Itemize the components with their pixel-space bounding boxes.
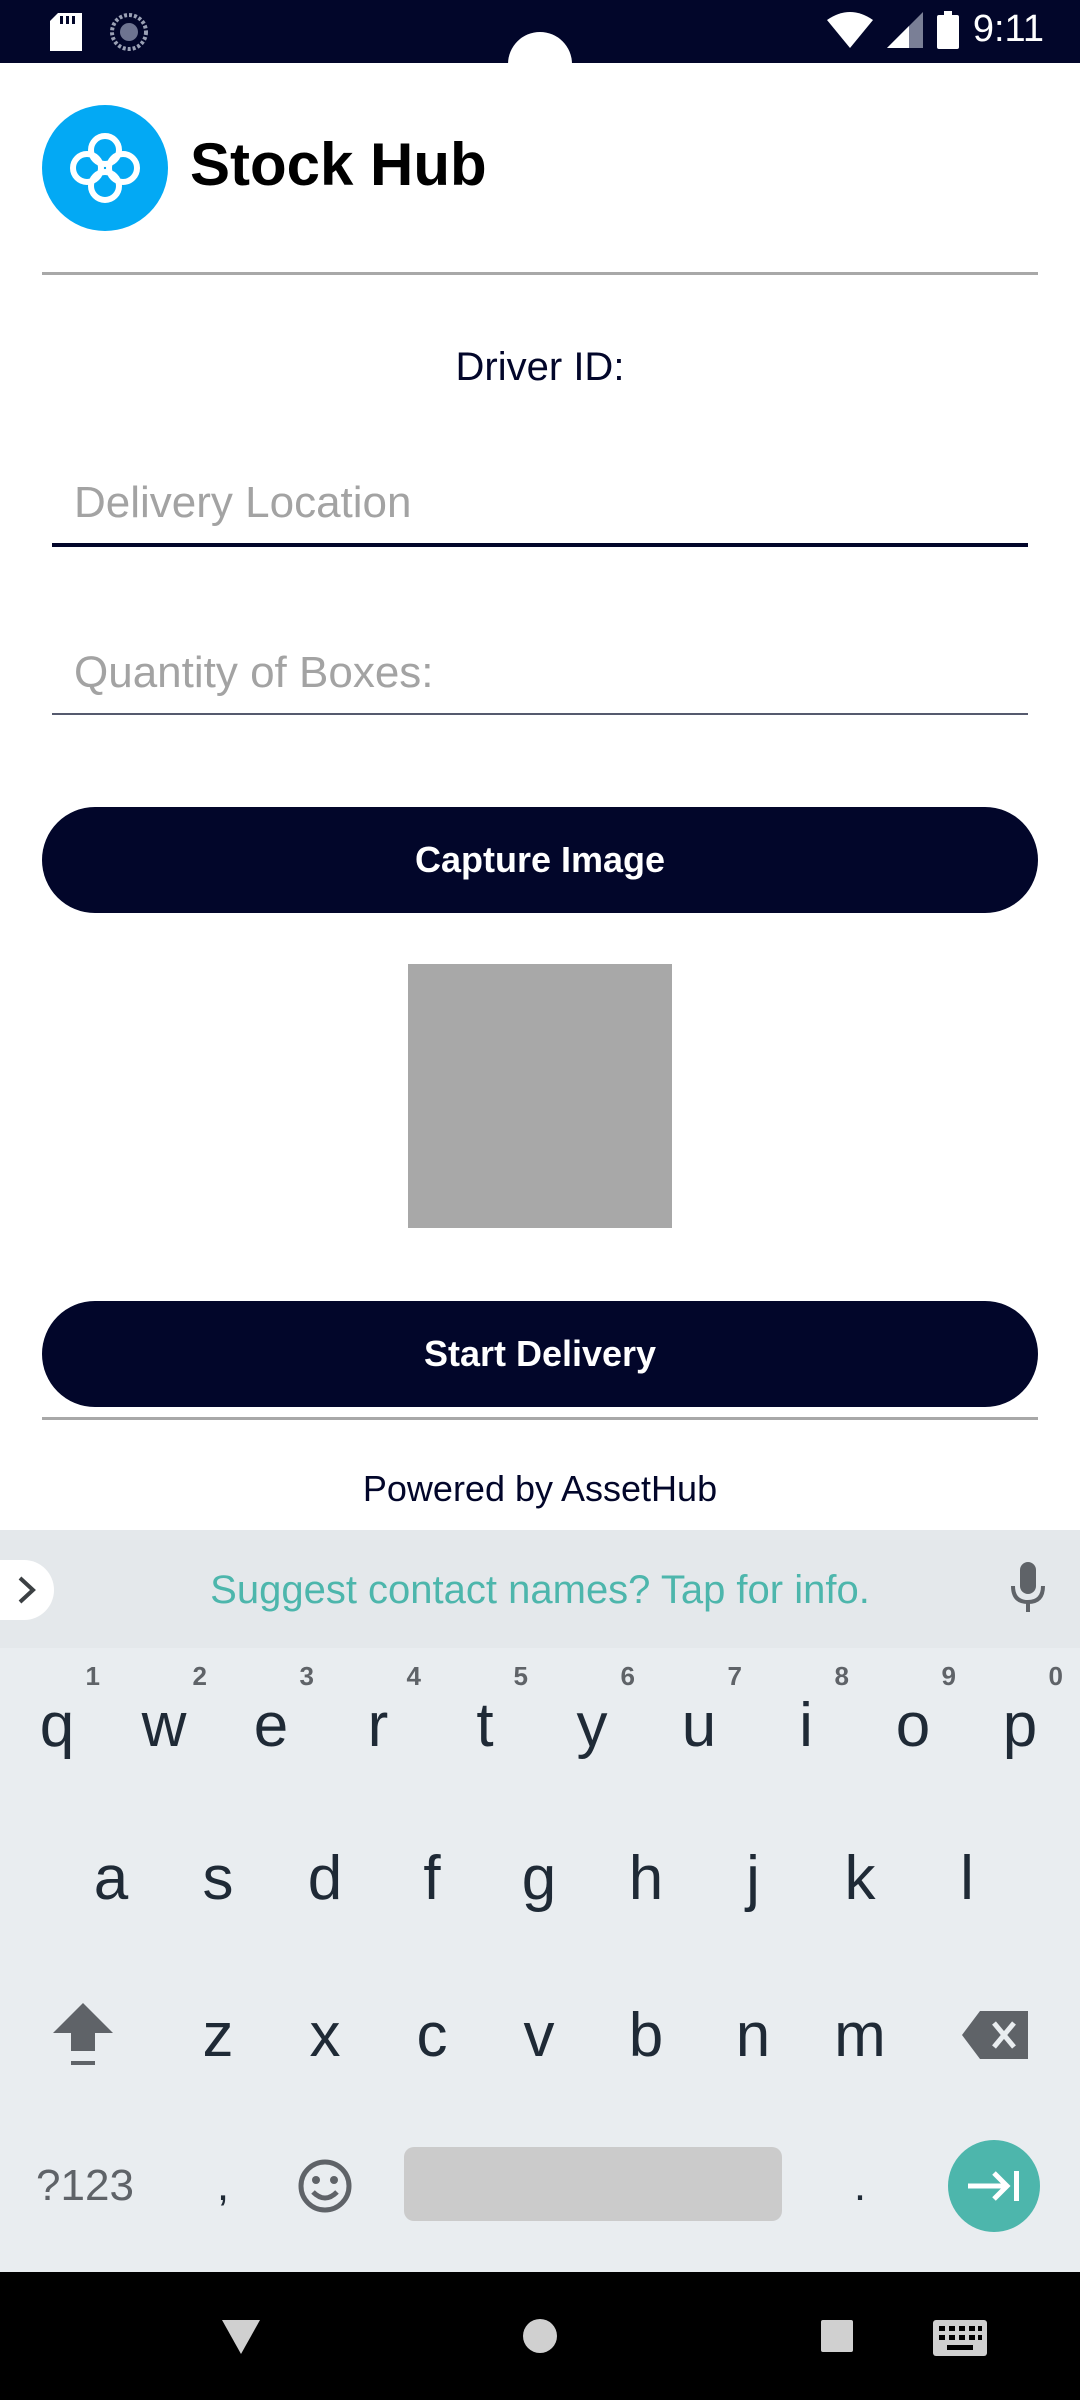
quantity-field[interactable] <box>52 633 1028 715</box>
key-u[interactable]: u7 <box>654 1661 744 1775</box>
key-j[interactable]: j <box>708 1828 798 1928</box>
shift-key[interactable] <box>38 1985 128 2085</box>
image-preview <box>408 964 672 1228</box>
suggestion-strip: Suggest contact names? Tap for info. <box>0 1530 1080 1648</box>
start-delivery-button[interactable]: Start Delivery <box>42 1301 1038 1407</box>
battery-icon <box>936 10 959 49</box>
key-h[interactable]: h <box>601 1828 691 1928</box>
comma-key[interactable]: , <box>178 2136 268 2236</box>
recents-square-icon[interactable] <box>821 2320 853 2352</box>
key-e[interactable]: e3 <box>226 1661 316 1775</box>
footer-divider <box>42 1417 1038 1420</box>
status-time: 9:11 <box>972 8 1044 50</box>
key-c[interactable]: c <box>387 1985 477 2085</box>
key-x[interactable]: x <box>280 1985 370 2085</box>
period-key[interactable]: . <box>815 2136 905 2236</box>
key-k[interactable]: k <box>815 1828 905 1928</box>
stock-hub-logo-icon <box>70 133 140 203</box>
header-divider <box>42 272 1038 275</box>
app-logo <box>42 105 168 231</box>
emoji-smiley-icon <box>298 2159 352 2213</box>
key-l[interactable]: l <box>922 1828 1012 1928</box>
delivery-location-input[interactable] <box>52 463 1028 543</box>
key-t[interactable]: t5 <box>440 1661 530 1775</box>
camera-notch <box>508 32 572 96</box>
app-title: Stock Hub <box>190 131 487 198</box>
key-z[interactable]: z <box>173 1985 263 2085</box>
key-b[interactable]: b <box>601 1985 691 2085</box>
backspace-key[interactable] <box>950 1985 1040 2085</box>
key-y[interactable]: y6 <box>547 1661 637 1775</box>
quantity-underline <box>52 713 1028 715</box>
key-p[interactable]: p0 <box>975 1661 1065 1775</box>
key-a[interactable]: a <box>66 1828 156 1928</box>
key-q[interactable]: q1 <box>12 1661 102 1775</box>
home-circle-icon[interactable] <box>523 2319 557 2353</box>
key-v[interactable]: v <box>494 1985 584 2085</box>
powered-by-text: Powered by AssetHub <box>362 1468 718 1509</box>
next-field-key[interactable] <box>948 2140 1040 2232</box>
key-i[interactable]: i8 <box>761 1661 851 1775</box>
sync-status-icon <box>110 13 148 51</box>
shift-arrow-icon <box>53 2003 113 2065</box>
quantity-input[interactable] <box>52 633 1028 713</box>
key-d[interactable]: d <box>280 1828 370 1928</box>
delivery-location-field[interactable] <box>52 463 1028 547</box>
key-m[interactable]: m <box>815 1985 905 2085</box>
key-n[interactable]: n <box>708 1985 798 2085</box>
emoji-key[interactable] <box>280 2136 370 2236</box>
sd-card-icon <box>50 13 82 51</box>
key-w[interactable]: w2 <box>119 1661 209 1775</box>
key-r[interactable]: r4 <box>333 1661 423 1775</box>
status-icons-right: 9:11 <box>826 8 1044 51</box>
driver-id-label: Driver ID: <box>455 345 625 389</box>
key-o[interactable]: o9 <box>868 1661 958 1775</box>
delivery-location-underline <box>52 543 1028 547</box>
status-icons-left <box>50 13 148 51</box>
spacebar-key[interactable] <box>404 2147 782 2221</box>
tab-next-arrow-icon <box>968 2171 1019 2201</box>
system-nav-bar <box>0 2272 1080 2400</box>
capture-image-button[interactable]: Capture Image <box>42 807 1038 913</box>
symbols-key[interactable]: ?123 <box>22 2136 148 2236</box>
back-triangle-icon[interactable] <box>222 2320 260 2354</box>
keyboard-switch-icon[interactable] <box>933 2320 987 2356</box>
wifi-icon <box>826 11 873 48</box>
key-g[interactable]: g <box>494 1828 584 1928</box>
microphone-icon[interactable] <box>1010 1562 1046 1614</box>
key-f[interactable]: f <box>387 1828 477 1928</box>
suggestion-text[interactable]: Suggest contact names? Tap for info. <box>0 1568 1080 1613</box>
key-s[interactable]: s <box>173 1828 263 1928</box>
cell-signal-icon <box>886 11 923 48</box>
backspace-icon <box>962 2011 1028 2059</box>
